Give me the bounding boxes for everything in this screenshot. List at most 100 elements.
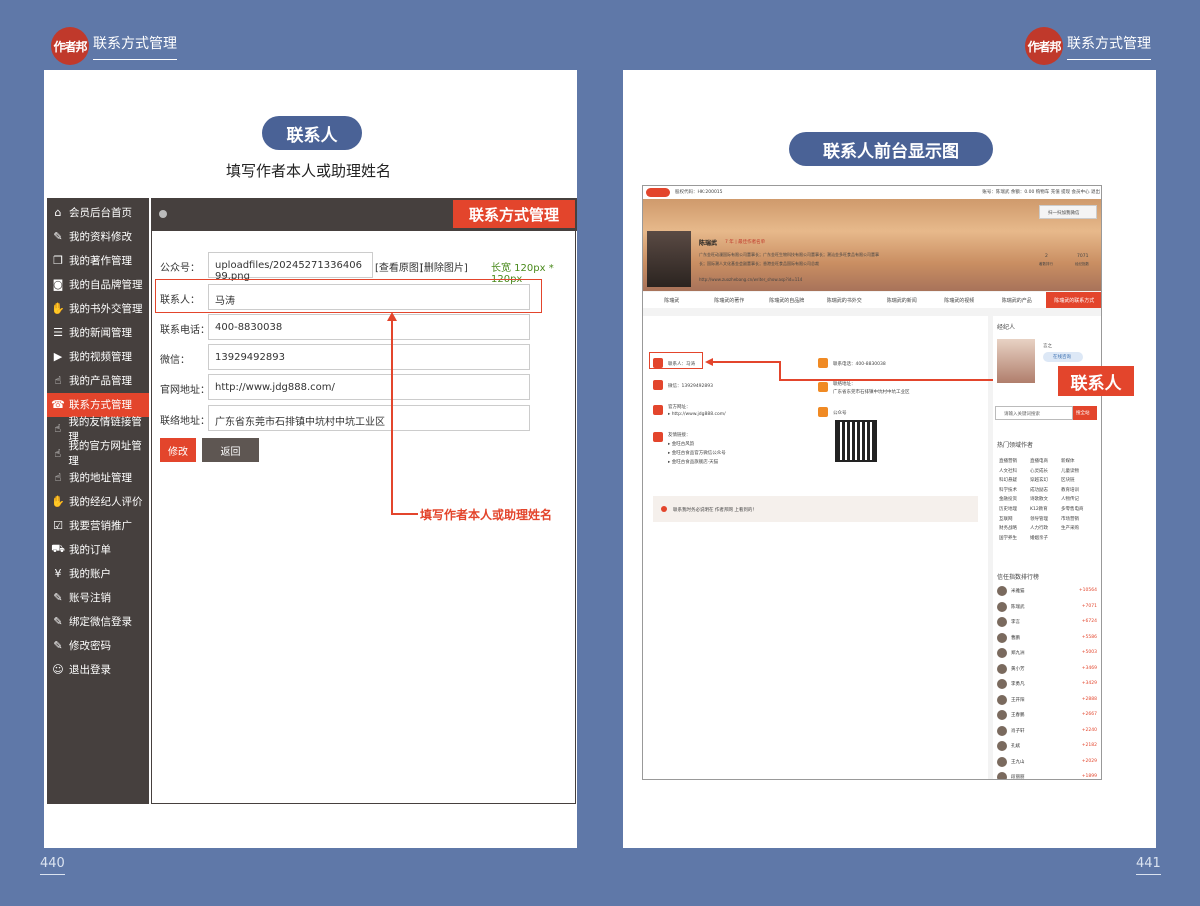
hot-tag[interactable]: 直播电商 — [1030, 458, 1048, 464]
website-input[interactable]: http://www.jdg888.com/ — [208, 374, 530, 400]
scan-button[interactable]: 扫一扫加我微信 — [1039, 205, 1097, 219]
hot-tag[interactable]: 穿越玄幻 — [1030, 477, 1048, 483]
phone-input[interactable]: 400-8830038 — [208, 314, 530, 340]
site-nav-tab[interactable]: 陈瑞武的视频 — [931, 292, 989, 308]
hot-tag[interactable]: 人物传记 — [1061, 496, 1079, 502]
hot-tag[interactable]: K12教育 — [1030, 506, 1048, 512]
hot-tag[interactable]: 生产采购 — [1061, 525, 1079, 531]
sidebar-item[interactable]: ☰ 我的新闻管理 — [47, 321, 149, 345]
hot-tag[interactable]: 金融投资 — [999, 496, 1017, 502]
hot-tag[interactable]: 科幻悬疑 — [999, 477, 1017, 483]
rank-row[interactable]: 黄小芳 +3469 — [997, 662, 1097, 676]
address-input[interactable]: 广东省东莞市石排镇中坑村中坑工业区 — [208, 405, 530, 431]
agent-name: 言之 — [1043, 344, 1052, 349]
hand-icon: ☝ — [54, 422, 62, 436]
sidebar-item[interactable]: ⌂ 会员后台首页 — [47, 200, 149, 224]
hot-tag[interactable]: 财务战略 — [999, 525, 1017, 531]
sidebar-item[interactable]: ☝ 我的地址管理 — [47, 465, 149, 489]
sidebar-item[interactable]: ✎ 我的资料修改 — [47, 224, 149, 248]
sidebar-item[interactable]: ⛟ 我的订单 — [47, 537, 149, 561]
site-nav-tab[interactable]: 陈瑞武 — [643, 292, 701, 308]
sidebar-item[interactable]: ¥ 我的账户 — [47, 562, 149, 586]
hot-tag[interactable]: 成功励志 — [1030, 487, 1048, 493]
hot-tag[interactable]: 诗歌散文 — [1030, 496, 1048, 502]
qr-label-icon — [818, 407, 828, 417]
agent-title: 经纪人 — [997, 324, 1016, 331]
hot-tag[interactable]: 互联网 — [999, 516, 1013, 522]
site-nav-tab[interactable]: 陈瑞武的产品 — [988, 292, 1046, 308]
rank-name: 王九山 — [1011, 759, 1025, 765]
friend-link[interactable]: ▸ 金旺古风韵 — [668, 441, 694, 447]
hot-tag[interactable]: 儿童读物 — [1061, 468, 1079, 474]
sidebar-item[interactable]: ☑ 我要营销推广 — [47, 513, 149, 537]
view-original-link[interactable]: [查看原图] — [375, 259, 423, 274]
rank-row[interactable]: 孔斌 +2182 — [997, 739, 1097, 753]
hot-tag[interactable]: 婚姻亲子 — [1030, 535, 1048, 541]
author-url[interactable]: http://www.zuozhebang.cn/writer_show.asp… — [699, 277, 802, 282]
rank-row[interactable]: 李言 +6724 — [997, 615, 1097, 629]
hot-tag[interactable]: 领导管理 — [1030, 516, 1048, 522]
friend-link[interactable]: ▸ 金旺古食品官方微信公众号 — [668, 450, 726, 456]
search-button[interactable]: 搜全站 — [1073, 406, 1097, 420]
rank-row[interactable]: 郑九洲 +5003 — [997, 646, 1097, 660]
header-left: 作者邦 联系方式管理 — [51, 27, 177, 65]
rank-row[interactable]: 米雅猫 +10564 — [997, 584, 1097, 598]
gzh-input[interactable]: uploadfiles/20245271336406​99.png — [208, 252, 373, 282]
rank-row[interactable]: 王春鹏 +2667 — [997, 708, 1097, 722]
sidebar-item-label: 我的地址管理 — [69, 471, 132, 484]
hot-tag[interactable]: 国学养生 — [999, 535, 1017, 541]
hot-tag[interactable]: 心灵成长 — [1030, 468, 1048, 474]
sidebar-item[interactable]: ◙ 我的自品牌管理 — [47, 272, 149, 296]
status-dot-icon — [159, 210, 167, 218]
official-link[interactable]: ▸ http://www.jdg888.com/ — [668, 412, 726, 417]
sidebar-item[interactable]: ✎ 修改密码 — [47, 634, 149, 658]
hand-icon: ☝ — [54, 374, 62, 388]
rank-row[interactable]: 段丽丽 +1899 — [997, 770, 1097, 779]
agent-avatar — [997, 339, 1035, 383]
rank-row[interactable]: 李勇凡 +3429 — [997, 677, 1097, 691]
site-nav-tab[interactable]: 陈瑞武的新闻 — [873, 292, 931, 308]
sidebar-item[interactable]: ✎ 绑定微信登录 — [47, 610, 149, 634]
hot-tag[interactable]: 多零售电商 — [1061, 506, 1084, 512]
sidebar-item[interactable]: ✎ 账号注销 — [47, 586, 149, 610]
sidebar-item[interactable]: ❐ 我的著作管理 — [47, 248, 149, 272]
sidebar-item-label: 绑定微信登录 — [69, 616, 132, 629]
account-links[interactable]: 账号：陈瑞武 余额：0.00 购物车 充值 提现 会员中心 退出 — [982, 189, 1100, 195]
hot-tag[interactable]: 市场营销 — [1061, 516, 1079, 522]
modify-button[interactable]: 修改 — [160, 438, 196, 462]
hot-tag[interactable]: 直播营销 — [999, 458, 1017, 464]
sidebar: ⌂ 会员后台首页 ✎ 我的资料修改 ❐ 我的著作管理 ◙ 我的自品牌管理 ✋ 我的书外交管理 ☰ 我的… — [47, 198, 149, 804]
sidebar-item[interactable]: ☺ 退出登录 — [47, 658, 149, 682]
hot-tag[interactable]: 科学技术 — [999, 487, 1017, 493]
sidebar-item[interactable]: ✋ 我的书外交管理 — [47, 296, 149, 320]
back-button[interactable]: 返回 — [202, 438, 259, 462]
sidebar-item[interactable]: ☝ 我的官方网址管理 — [47, 440, 149, 467]
delete-image-link[interactable]: [删除图片] — [420, 259, 468, 274]
rank-row[interactable]: 王开阳 +2888 — [997, 693, 1097, 707]
link-icon — [653, 432, 663, 442]
hot-tag[interactable]: 新媒体 — [1061, 458, 1075, 464]
gzh-row: 公众号： uploadfiles/20245271336406​99.png [… — [152, 252, 577, 285]
hot-tag[interactable]: 人文社科 — [999, 468, 1017, 474]
rank-row[interactable]: 曹鹏 +5586 — [997, 631, 1097, 645]
hot-tag[interactable]: 历史地理 — [999, 506, 1017, 512]
edit-icon: ✎ — [53, 229, 63, 243]
wechat-input[interactable]: 13929492893 — [208, 344, 530, 370]
annotation-line — [391, 513, 418, 515]
site-nav-tab[interactable]: 陈瑞武的自品牌 — [758, 292, 816, 308]
rank-row[interactable]: 陈瑞武 +7071 — [997, 600, 1097, 614]
sidebar-item[interactable]: ▶ 我的视频管理 — [47, 345, 149, 369]
site-nav-tab[interactable]: 陈瑞武的联系方式 — [1045, 292, 1101, 308]
hot-tag[interactable]: 区块链 — [1061, 477, 1075, 483]
rank-row[interactable]: 王九山 +2029 — [997, 755, 1097, 769]
sidebar-item[interactable]: ☝ 我的产品管理 — [47, 369, 149, 393]
rank-row[interactable]: 肖子轩 +2240 — [997, 724, 1097, 738]
search-input[interactable]: 请输入关键词搜索 — [995, 406, 1073, 420]
site-nav-tab[interactable]: 陈瑞武的著作 — [701, 292, 759, 308]
sidebar-item[interactable]: ✋ 我的经纪人评价 — [47, 489, 149, 513]
site-nav-tab[interactable]: 陈瑞武的书外交 — [816, 292, 874, 308]
friend-link[interactable]: ▸ 金旺古食品旗舰店·天猫 — [668, 459, 718, 465]
hot-tag[interactable]: 人力行政 — [1030, 525, 1048, 531]
consult-button[interactable]: 在线咨询 — [1043, 352, 1083, 362]
hot-tag[interactable]: 教育培训 — [1061, 487, 1079, 493]
